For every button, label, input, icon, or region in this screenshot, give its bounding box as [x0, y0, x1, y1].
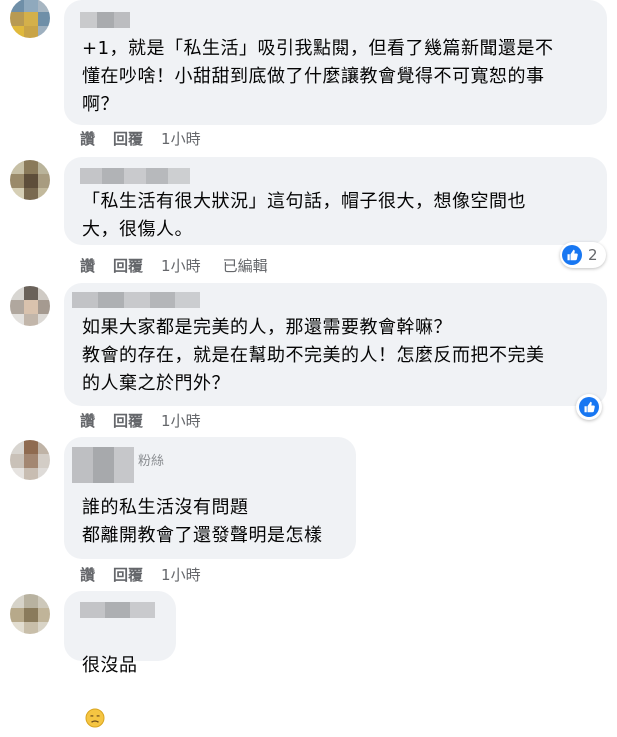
reply-button[interactable]: 回覆: [113, 130, 143, 148]
commenter-name-redacted[interactable]: [72, 292, 200, 308]
reply-button[interactable]: 回覆: [113, 257, 143, 275]
like-icon: [562, 245, 582, 265]
like-button[interactable]: 讚: [80, 412, 95, 430]
commenter-name-redacted[interactable]: [80, 12, 130, 28]
comment-text-content: 很沒品: [82, 655, 138, 676]
comment-text: 很沒品: [82, 624, 138, 737]
comment-text: 「私生活有很大狀況」這句話，帽子很大，想像空間也 大，很傷人。: [82, 191, 526, 240]
reply-button[interactable]: 回覆: [113, 412, 143, 430]
commenter-avatar[interactable]: [10, 0, 50, 38]
like-button[interactable]: 讚: [80, 257, 95, 275]
commenter-avatar[interactable]: [10, 160, 50, 200]
comment-actions: 讚 回覆 1小時 已編輯: [80, 257, 268, 275]
comment-actions: 讚 回覆 1小時: [80, 566, 223, 584]
reaction-summary[interactable]: [576, 394, 602, 420]
comment-text: +1，就是「私生活」吸引我點閱，但看了幾篇新聞還是不 懂在吵啥！小甜甜到底做了什…: [82, 38, 554, 115]
commenter-avatar[interactable]: [10, 594, 50, 634]
fan-badge[interactable]: 粉絲: [138, 450, 164, 469]
commenter-name-redacted[interactable]: [80, 168, 190, 184]
comment-timestamp[interactable]: 1小時: [161, 566, 201, 584]
commenter-name-redacted[interactable]: [72, 447, 134, 483]
reaction-count: 2: [588, 246, 598, 264]
comment-timestamp[interactable]: 1小時: [161, 412, 201, 430]
comment-text: 誰的私生活沒有問題 都離開教會了還發聲明是怎樣: [82, 497, 323, 546]
comment-actions: 讚 回覆 1小時: [80, 412, 223, 430]
comment-timestamp[interactable]: 1小時: [161, 130, 201, 148]
like-icon: [579, 397, 599, 417]
reaction-summary[interactable]: 2: [560, 242, 606, 268]
reply-button[interactable]: 回覆: [113, 566, 143, 584]
like-button[interactable]: 讚: [80, 130, 95, 148]
commenter-name-redacted[interactable]: [80, 602, 155, 618]
commenter-avatar[interactable]: [10, 286, 50, 326]
like-button[interactable]: 讚: [80, 566, 95, 584]
comment-actions: 讚 回覆 1小時: [80, 130, 223, 148]
comment-timestamp[interactable]: 1小時: [161, 257, 201, 275]
comment-text: 如果大家都是完美的人，那還需要教會幹嘛？ 教會的存在，就是在幫助不完美的人！怎麼…: [82, 317, 545, 394]
edited-label[interactable]: 已編輯: [223, 257, 268, 275]
commenter-avatar[interactable]: [10, 440, 50, 480]
disappointed-face-icon: [85, 680, 105, 737]
